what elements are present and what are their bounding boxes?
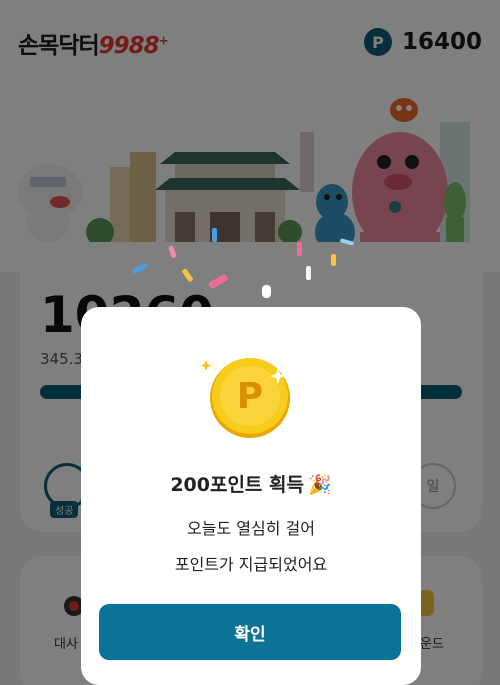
confetti-decoration xyxy=(132,228,354,298)
dialog-message-line1: 오늘도 열심히 걸어 xyxy=(187,519,315,538)
dialog-title: 200포인트 획득 🎉 xyxy=(81,470,421,497)
coin-letter: P xyxy=(237,376,263,417)
dialog-title-text: 200포인트 획득 xyxy=(170,474,304,496)
point-coin-icon: P xyxy=(200,358,290,438)
confirm-button[interactable]: 확인 xyxy=(99,604,401,660)
party-popper-icon: 🎉 xyxy=(308,474,332,496)
dialog-message-line2: 포인트가 지급되었어요 xyxy=(174,555,328,574)
